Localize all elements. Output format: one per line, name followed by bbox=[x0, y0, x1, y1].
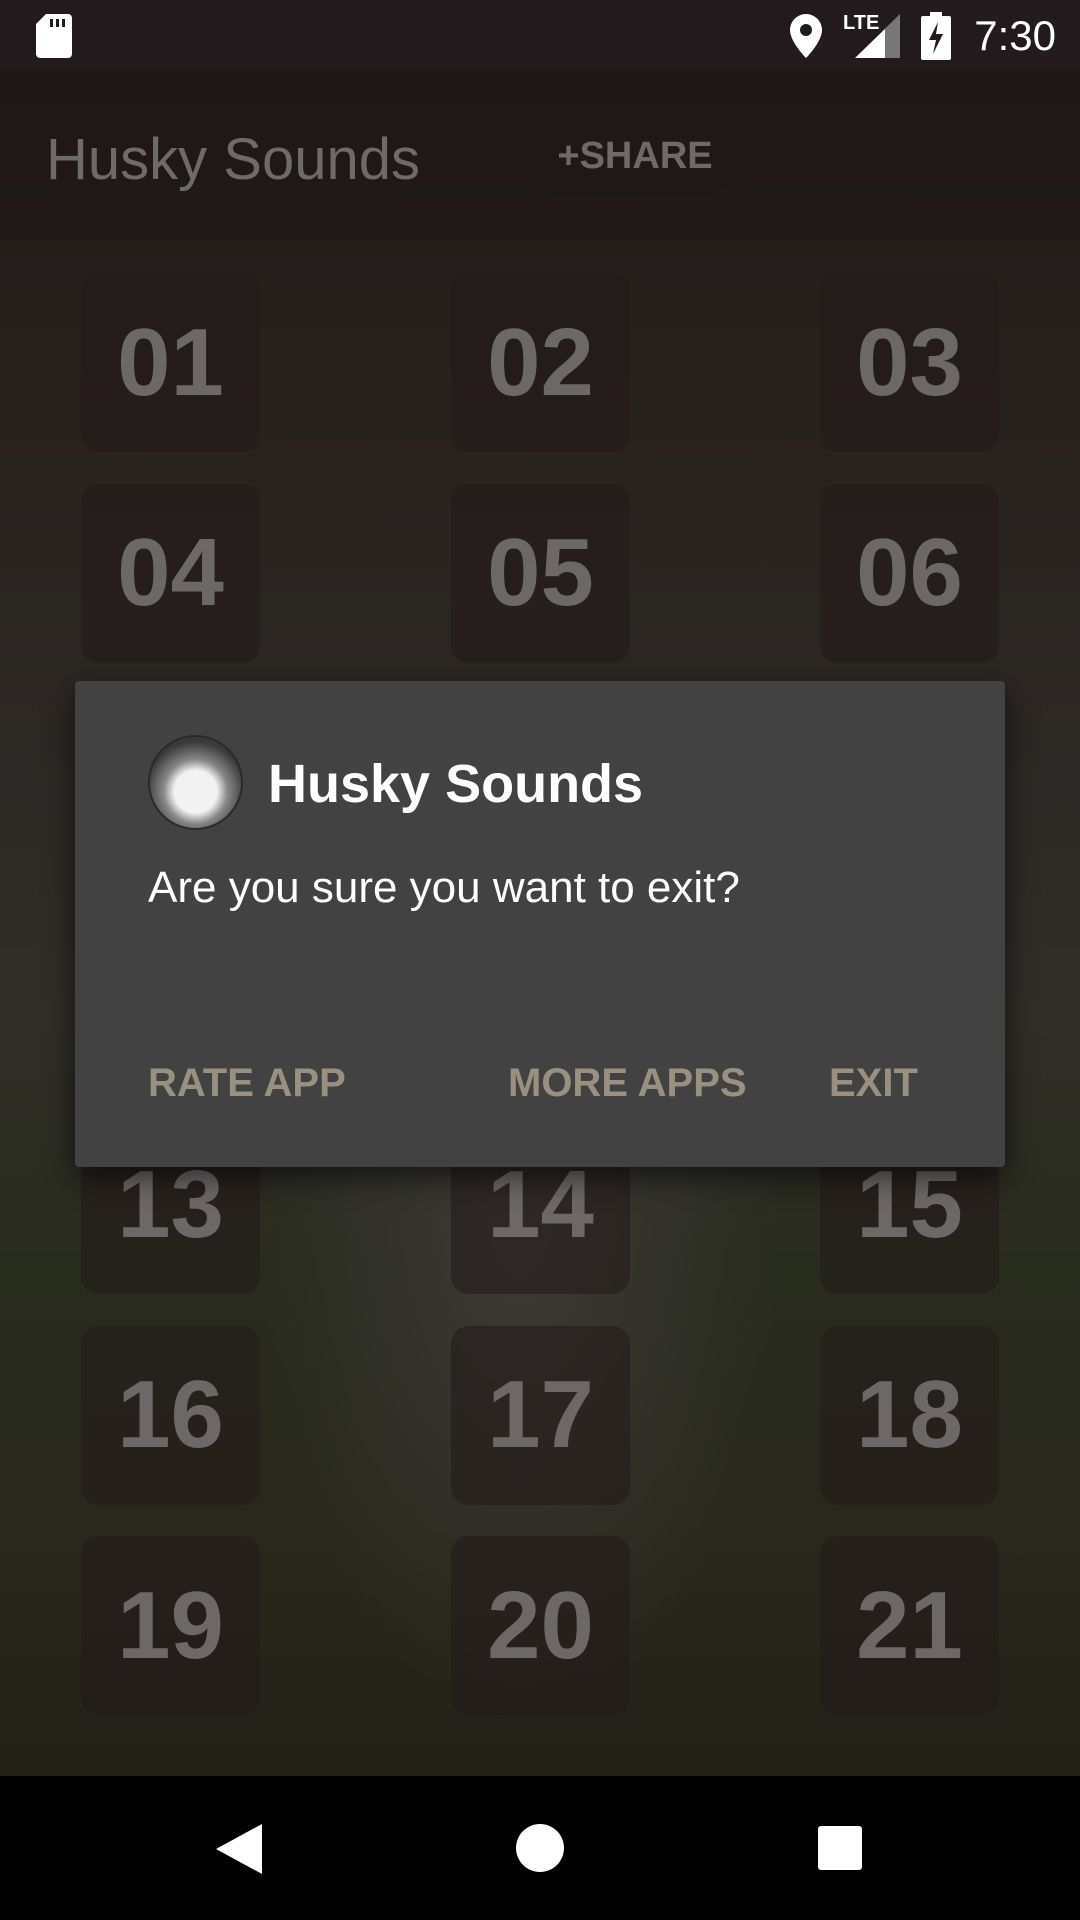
battery-charging-icon bbox=[921, 12, 951, 60]
recents-icon[interactable] bbox=[818, 1826, 862, 1870]
signal-icon bbox=[855, 14, 900, 58]
dialog-title: Husky Sounds bbox=[268, 754, 644, 814]
sound-tile-05[interactable]: 05 bbox=[451, 483, 630, 663]
sound-tile-20[interactable]: 20 bbox=[451, 1536, 630, 1715]
location-icon bbox=[790, 14, 822, 58]
exit-button[interactable]: EXIT bbox=[829, 1061, 918, 1106]
back-icon[interactable] bbox=[216, 1824, 262, 1874]
sound-tile-17[interactable]: 17 bbox=[451, 1325, 630, 1505]
sound-tile-06[interactable]: 06 bbox=[820, 483, 999, 663]
home-icon[interactable] bbox=[516, 1824, 564, 1872]
sound-tile-19[interactable]: 19 bbox=[81, 1536, 260, 1715]
sound-tile-18[interactable]: 18 bbox=[820, 1325, 999, 1505]
husky-avatar-icon bbox=[148, 735, 243, 830]
share-button[interactable]: +SHARE bbox=[530, 115, 740, 197]
dialog-message: Are you sure you want to exit? bbox=[148, 863, 740, 912]
sound-tile-01[interactable]: 01 bbox=[81, 273, 260, 452]
status-bar: LTE 7:30 bbox=[0, 0, 1080, 70]
clock: 7:30 bbox=[974, 12, 1056, 59]
sound-tile-03[interactable]: 03 bbox=[820, 273, 999, 452]
sd-card-icon bbox=[36, 14, 72, 58]
sound-tile-04[interactable]: 04 bbox=[81, 483, 260, 663]
app-title: Husky Sounds bbox=[46, 127, 420, 192]
rate-app-button[interactable]: RATE APP bbox=[148, 1061, 346, 1106]
sound-tile-21[interactable]: 21 bbox=[820, 1536, 999, 1715]
sound-tile-02[interactable]: 02 bbox=[451, 273, 630, 452]
sound-tile-16[interactable]: 16 bbox=[81, 1325, 260, 1505]
more-apps-button[interactable]: MORE APPS bbox=[508, 1061, 747, 1106]
navigation-bar bbox=[0, 1776, 1080, 1920]
exit-dialog: Husky Sounds Are you sure you want to ex… bbox=[75, 681, 1005, 1167]
